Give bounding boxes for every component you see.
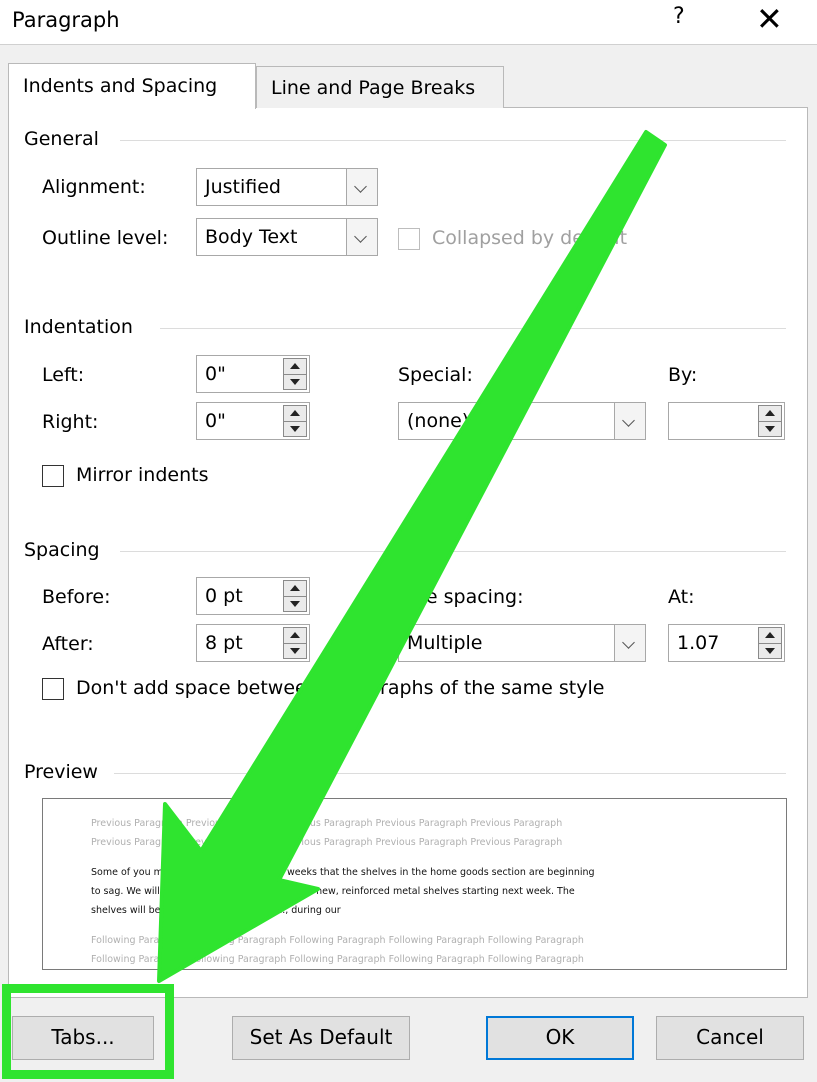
at-stepper[interactable]: [758, 627, 782, 659]
spacing-divider: [120, 551, 786, 552]
by-label: By:: [668, 364, 698, 386]
right-indent-spinner[interactable]: 0": [196, 402, 310, 440]
collapsed-checkbox[interactable]: [398, 228, 420, 250]
set-as-default-button[interactable]: Set As Default: [232, 1016, 410, 1060]
dont-add-space-label: Don't add space between paragraphs of th…: [76, 677, 605, 699]
indentation-group-title: Indentation: [24, 316, 133, 338]
title-bar: [0, 0, 817, 44]
mirror-indents-label: Mirror indents: [76, 464, 209, 486]
cancel-label: Cancel: [696, 1025, 764, 1049]
special-select[interactable]: (none): [398, 402, 646, 440]
right-indent-stepper[interactable]: [283, 405, 307, 437]
up-arrow-icon: [290, 585, 300, 591]
help-button[interactable]: ?: [673, 4, 685, 29]
line-spacing-label: Line spacing:: [398, 586, 524, 608]
after-value: 8 pt: [205, 632, 243, 654]
at-spinner[interactable]: 1.07: [668, 624, 785, 662]
tab-indents-and-spacing[interactable]: Indents and Spacing: [8, 63, 256, 109]
down-arrow-icon: [765, 426, 775, 432]
line-spacing-dropdown-button[interactable]: [614, 625, 645, 661]
down-arrow-icon: [290, 601, 300, 607]
preview-following-line-1: Following Paragraph Following Paragraph …: [91, 935, 584, 946]
indentation-divider: [160, 328, 786, 329]
tab-breaks-label: Line and Page Breaks: [271, 77, 476, 99]
up-arrow-icon: [290, 632, 300, 638]
left-indent-label: Left:: [42, 364, 85, 386]
up-arrow-icon: [290, 363, 300, 369]
ok-button[interactable]: OK: [486, 1016, 634, 1060]
preview-previous-line-2: Previous Paragraph Previous Paragraph Pr…: [91, 837, 563, 848]
right-indent-value: 0": [205, 410, 226, 432]
after-stepper[interactable]: [283, 627, 307, 659]
general-group-title: General: [24, 128, 99, 150]
collapsed-label: Collapsed by default: [432, 227, 628, 249]
up-arrow-icon: [290, 410, 300, 416]
left-indent-spinner[interactable]: 0": [196, 355, 310, 393]
tab-indents-label: Indents and Spacing: [23, 75, 218, 97]
outline-dropdown-button[interactable]: [346, 219, 377, 255]
chevron-down-icon: [354, 180, 367, 193]
by-spinner[interactable]: [668, 402, 785, 440]
mirror-indents-checkbox[interactable]: [42, 465, 64, 487]
line-spacing-value: Multiple: [407, 632, 483, 654]
preview-following-line-2: Following Paragraph Following Paragraph …: [91, 954, 584, 965]
down-arrow-icon: [290, 379, 300, 385]
up-arrow-icon: [765, 410, 775, 416]
right-indent-label: Right:: [42, 411, 99, 433]
down-arrow-icon: [765, 648, 775, 654]
preview-divider: [114, 773, 786, 774]
up-arrow-icon: [765, 632, 775, 638]
alignment-value: Justified: [205, 176, 281, 198]
at-label: At:: [668, 586, 695, 608]
at-value: 1.07: [677, 632, 720, 654]
after-label: After:: [42, 633, 94, 655]
preview-body-line-2: to sag. We will be replacing those shelv…: [91, 886, 575, 897]
highlight-box: [2, 984, 174, 1079]
down-arrow-icon: [290, 426, 300, 432]
chevron-down-icon: [622, 414, 635, 427]
outline-level-select[interactable]: Body Text: [196, 218, 378, 256]
general-divider: [120, 140, 786, 141]
before-label: Before:: [42, 586, 111, 608]
left-indent-value: 0": [205, 363, 226, 385]
preview-body-line-3: shelves will be replaced 12:00–4:00 a.m.…: [91, 905, 341, 916]
outline-level-value: Body Text: [205, 226, 298, 248]
tab-line-and-page-breaks[interactable]: Line and Page Breaks: [256, 66, 504, 108]
preview-previous-line-1: Previous Paragraph Previous Paragraph Pr…: [91, 818, 563, 829]
before-stepper[interactable]: [283, 580, 307, 612]
by-stepper[interactable]: [758, 405, 782, 437]
preview-body-line-1: Some of you may have noticed in recent w…: [91, 867, 595, 878]
dont-add-space-checkbox[interactable]: [42, 678, 64, 700]
alignment-label: Alignment:: [42, 176, 146, 198]
alignment-select[interactable]: Justified: [196, 168, 378, 206]
after-spinner[interactable]: 8 pt: [196, 624, 310, 662]
preview-group-title: Preview: [24, 761, 98, 783]
before-value: 0 pt: [205, 585, 243, 607]
special-label: Special:: [398, 364, 473, 386]
alignment-dropdown-button[interactable]: [346, 169, 377, 205]
set-as-default-label: Set As Default: [249, 1025, 393, 1049]
preview-box: Previous Paragraph Previous Paragraph Pr…: [42, 798, 787, 970]
title-bar-divider: [0, 44, 817, 45]
close-button[interactable]: ✕: [756, 0, 783, 38]
line-spacing-select[interactable]: Multiple: [398, 624, 646, 662]
spacing-group-title: Spacing: [24, 539, 100, 561]
special-dropdown-button[interactable]: [614, 403, 645, 439]
special-value: (none): [407, 410, 470, 432]
dialog-title: Paragraph: [12, 8, 120, 32]
down-arrow-icon: [290, 648, 300, 654]
outline-level-label: Outline level:: [42, 227, 169, 249]
chevron-down-icon: [622, 636, 635, 649]
chevron-down-icon: [354, 230, 367, 243]
before-spinner[interactable]: 0 pt: [196, 577, 310, 615]
left-indent-stepper[interactable]: [283, 358, 307, 390]
cancel-button[interactable]: Cancel: [656, 1016, 804, 1060]
ok-label: OK: [545, 1025, 575, 1049]
